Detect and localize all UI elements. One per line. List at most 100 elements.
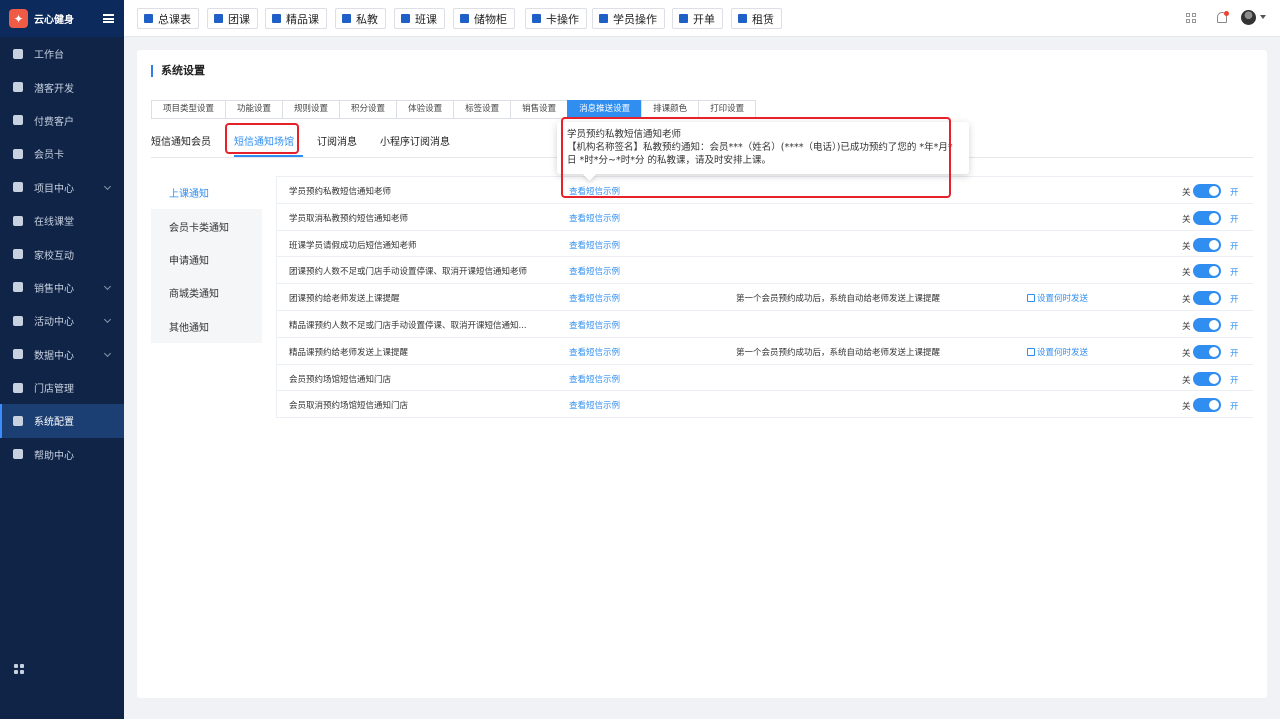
view-sms-example-link[interactable]: 查看短信示例 [569, 292, 620, 304]
subtab-sms-member[interactable]: 短信通知会员 [151, 133, 211, 148]
sidebar-item-2[interactable]: 付费客户 [0, 104, 124, 137]
quick-button-9[interactable]: 租赁 [731, 8, 782, 29]
sidebar-item-label: 会员卡 [34, 150, 64, 162]
highlight-box-subtab [225, 123, 299, 154]
menu-toggle-icon[interactable] [103, 14, 114, 23]
sidebar-item-label: 门店管理 [34, 384, 74, 396]
tab-3[interactable]: 积分设置 [339, 100, 398, 119]
toggle-switch[interactable] [1193, 264, 1221, 279]
sidebar-nav: 工作台潜客开发付费客户会员卡项目中心 在线课堂 家校互动 销售中心 活动中心 数据中心门店… [0, 37, 124, 471]
sidebar-item-11[interactable]: 系统配置 [0, 404, 124, 439]
sidebar-item-label: 潜客开发 [34, 83, 74, 95]
quick-button-7[interactable]: 学员操作 [592, 8, 665, 29]
toggle-switch[interactable] [1193, 291, 1221, 306]
switch-on-label: 开 [1230, 402, 1239, 413]
chevron-down-icon [103, 182, 112, 190]
grid-icon[interactable] [1186, 13, 1196, 23]
view-sms-example-link[interactable]: 查看短信示例 [569, 319, 620, 331]
subtab-subscription[interactable]: 订阅消息 [317, 133, 357, 148]
apps-grid-icon[interactable] [14, 664, 24, 674]
switch-off-label: 关 [1182, 321, 1191, 332]
tab-6[interactable]: 销售设置 [510, 100, 569, 119]
switch-on-label: 开 [1230, 214, 1239, 225]
switch-on-label: 开 [1230, 295, 1239, 306]
quick-action-icon [214, 14, 223, 23]
contact-card-icon [13, 82, 23, 93]
notification-name: 团课预约人数不足或门店手动设置停课、取消开课短信通知老师 [289, 267, 528, 278]
active-subtab-indicator [234, 155, 303, 157]
set-send-time-link[interactable]: 设置何时发送 [1027, 346, 1088, 358]
category-item-1[interactable]: 会员卡类通知 [151, 209, 262, 242]
notification-name: 学员预约私教短信通知老师 [289, 187, 392, 197]
sidebar-item-10[interactable]: 门店管理 [0, 371, 124, 404]
tab-0[interactable]: 项目类型设置 [151, 100, 227, 119]
tab-2[interactable]: 规则设置 [282, 100, 341, 119]
settings-icon [13, 415, 23, 426]
help-icon [13, 449, 23, 460]
sidebar-item-1[interactable]: 潜客开发 [0, 70, 124, 103]
quick-button-3[interactable]: 私教 [335, 8, 386, 29]
toggle-switch[interactable] [1193, 210, 1221, 225]
switch-on-label: 开 [1230, 188, 1239, 198]
switch-off-label: 关 [1182, 295, 1191, 306]
subtab-mini-program[interactable]: 小程序订阅消息 [380, 133, 450, 148]
quick-button-0[interactable]: 总课表 [137, 8, 199, 29]
sidebar-item-9[interactable]: 数据中心 [0, 338, 124, 371]
view-sms-example-link[interactable]: 查看短信示例 [569, 399, 620, 411]
sidebar-item-5[interactable]: 在线课堂 [0, 204, 124, 237]
tab-5[interactable]: 标签设置 [453, 100, 512, 119]
quick-button-2[interactable]: 精品课 [265, 8, 327, 29]
edit-icon [1027, 294, 1035, 303]
toggle-switch[interactable] [1193, 237, 1221, 252]
category-item-2[interactable]: 申请通知 [151, 243, 262, 276]
toggle-switch[interactable] [1193, 317, 1221, 332]
quick-button-label: 私教 [356, 12, 378, 26]
category-item-3[interactable]: 商城类通知 [151, 276, 262, 309]
quick-button-5[interactable]: 储物柜 [453, 8, 515, 29]
sidebar-item-4[interactable]: 项目中心 [0, 171, 124, 204]
toggle-switch[interactable] [1193, 344, 1221, 359]
view-sms-example-link[interactable]: 查看短信示例 [569, 239, 620, 251]
quick-action-icon [532, 14, 541, 23]
card-icon [13, 148, 23, 159]
set-send-time-label: 设置何时发送 [1037, 347, 1089, 358]
quick-button-label: 卡操作 [546, 12, 579, 26]
switch-off-label: 关 [1182, 214, 1191, 225]
sidebar-item-8[interactable]: 活动中心 [0, 304, 124, 337]
tab-4[interactable]: 体验设置 [396, 100, 455, 119]
category-item-0[interactable]: 上课通知 [151, 176, 262, 210]
notification-name: 团课预约给老师发送上课提醒 [289, 294, 400, 305]
view-sms-example-link[interactable]: 查看短信示例 [569, 265, 620, 277]
sidebar-item-7[interactable]: 销售中心 [0, 271, 124, 304]
sidebar-item-3[interactable]: 会员卡 [0, 137, 124, 170]
sidebar-item-12[interactable]: 帮助中心 [0, 438, 124, 471]
category-list: 上课通知 会员卡类通知 申请通知 商城类通知 其他通知 [151, 176, 262, 343]
table-row: 团课预约给老师发送上课提醒 查看短信示例 第一个会员预约成功后，系统自动给老师发送上… [277, 284, 1253, 311]
avatar[interactable] [1241, 10, 1256, 25]
switch-off-label: 关 [1182, 402, 1191, 413]
folder-icon [13, 182, 23, 193]
switch-off-label: 关 [1182, 188, 1191, 198]
set-send-time-link[interactable]: 设置何时发送 [1027, 292, 1088, 304]
category-item-4[interactable]: 其他通知 [151, 310, 262, 343]
notification-dot [1224, 11, 1229, 16]
view-sms-example-link[interactable]: 查看短信示例 [569, 373, 620, 385]
chevron-down-icon [103, 316, 112, 324]
view-sms-example-link[interactable]: 查看短信示例 [569, 212, 620, 224]
view-sms-example-link[interactable]: 查看短信示例 [569, 346, 620, 358]
sidebar-item-0[interactable]: 工作台 [0, 37, 124, 70]
tab-1[interactable]: 功能设置 [225, 100, 284, 119]
sidebar-item-label: 帮助中心 [34, 450, 74, 462]
quick-action-icon [342, 14, 351, 23]
quick-button-6[interactable]: 卡操作 [525, 8, 587, 29]
notification-table: 学员预约私教短信通知老师 查看短信示例关开学员取消私教预约短信通知老师 查看短信示例… [276, 176, 1253, 419]
toggle-switch[interactable] [1193, 184, 1221, 198]
chevron-down-icon[interactable] [1260, 15, 1266, 19]
sidebar-item-6[interactable]: 家校互动 [0, 237, 124, 270]
table-row: 班课学员请假成功后短信通知老师 查看短信示例 关 开 [277, 231, 1253, 258]
quick-button-8[interactable]: 开单 [672, 8, 723, 29]
quick-button-4[interactable]: 班课 [394, 8, 445, 29]
quick-button-1[interactable]: 团课 [207, 8, 258, 29]
toggle-switch[interactable] [1193, 371, 1221, 386]
toggle-switch[interactable] [1193, 398, 1221, 413]
